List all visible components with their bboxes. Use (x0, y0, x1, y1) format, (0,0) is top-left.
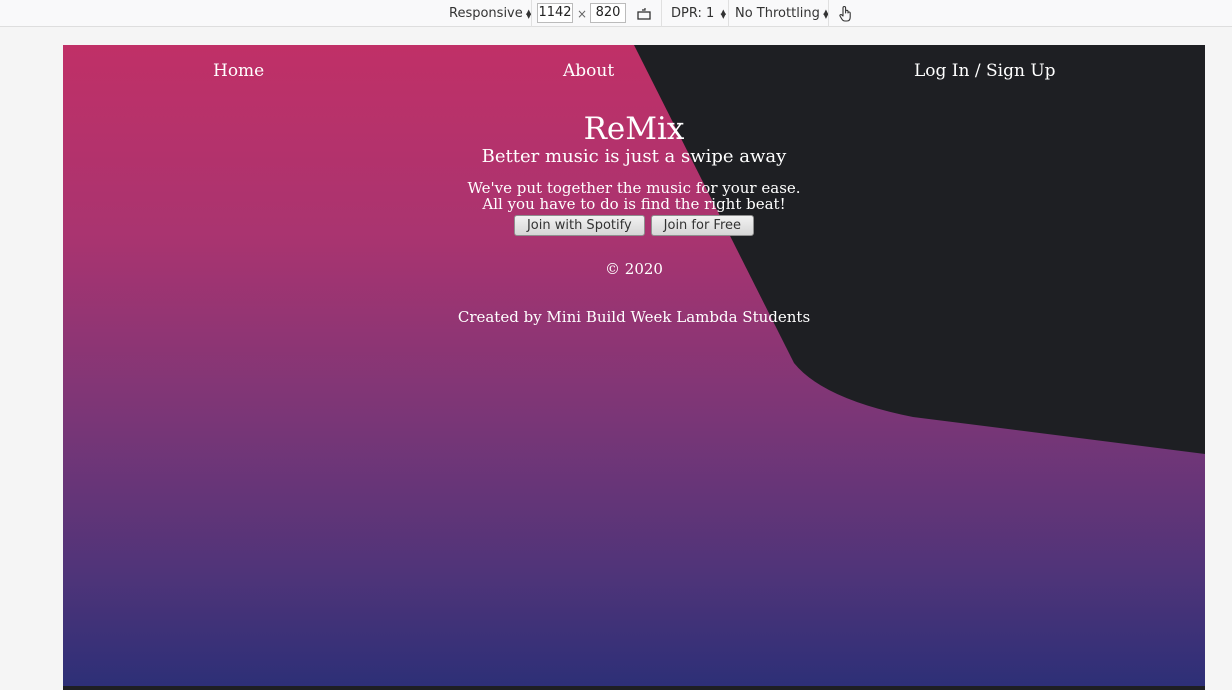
hero-subtitle: Better music is just a swipe away (481, 146, 787, 167)
rotate-button[interactable] (636, 0, 652, 27)
dpr-select[interactable]: DPR: 1 ▲ ▼ (671, 0, 726, 27)
page-viewport: Home About Log In / Sign Up ReMix Better… (63, 45, 1205, 690)
hero-title: ReMix (583, 111, 685, 147)
nav-home-link[interactable]: Home (213, 61, 264, 81)
join-free-button[interactable]: Join for Free (650, 215, 755, 236)
hero-line-1: We've put together the music for your ea… (467, 179, 801, 197)
device-mode-label: Responsive (449, 6, 523, 21)
credit-text: Created by Mini Build Week Lambda Studen… (457, 308, 811, 326)
join-spotify-button[interactable]: Join with Spotify (513, 215, 645, 236)
throttling-label: No Throttling (735, 6, 820, 21)
width-input[interactable]: 1142 (537, 3, 573, 23)
nav-login-link[interactable]: Log In / Sign Up (914, 61, 1056, 81)
toolbar-divider (661, 0, 662, 27)
bottom-dark-bar (63, 686, 1205, 690)
copyright-text: © 2020 (605, 260, 663, 278)
dpr-label: DPR: 1 (671, 6, 715, 21)
toolbar-divider (531, 0, 532, 27)
height-input[interactable]: 820 (590, 3, 626, 23)
toolbar-divider (828, 0, 829, 27)
times-separator: × (577, 6, 588, 21)
toolbar-divider (728, 0, 729, 27)
device-mode-select[interactable]: Responsive ▲ ▼ (449, 0, 532, 27)
chevron-updown-icon: ▲ ▼ (720, 7, 726, 20)
join-buttons: Join with Spotify Join for Free (63, 215, 1205, 236)
hand-pointer-icon (839, 5, 851, 22)
touch-simulation-button[interactable] (838, 0, 854, 27)
hero-line-2: All you have to do is find the right bea… (482, 195, 786, 213)
nav-about-link[interactable]: About (563, 61, 614, 81)
rotate-icon (637, 7, 651, 20)
devtools-toolbar: Responsive ▲ ▼ 1142 × 820 DPR: 1 ▲ ▼ No Th… (0, 0, 1232, 27)
throttling-select[interactable]: No Throttling ▲ ▼ (735, 0, 829, 27)
